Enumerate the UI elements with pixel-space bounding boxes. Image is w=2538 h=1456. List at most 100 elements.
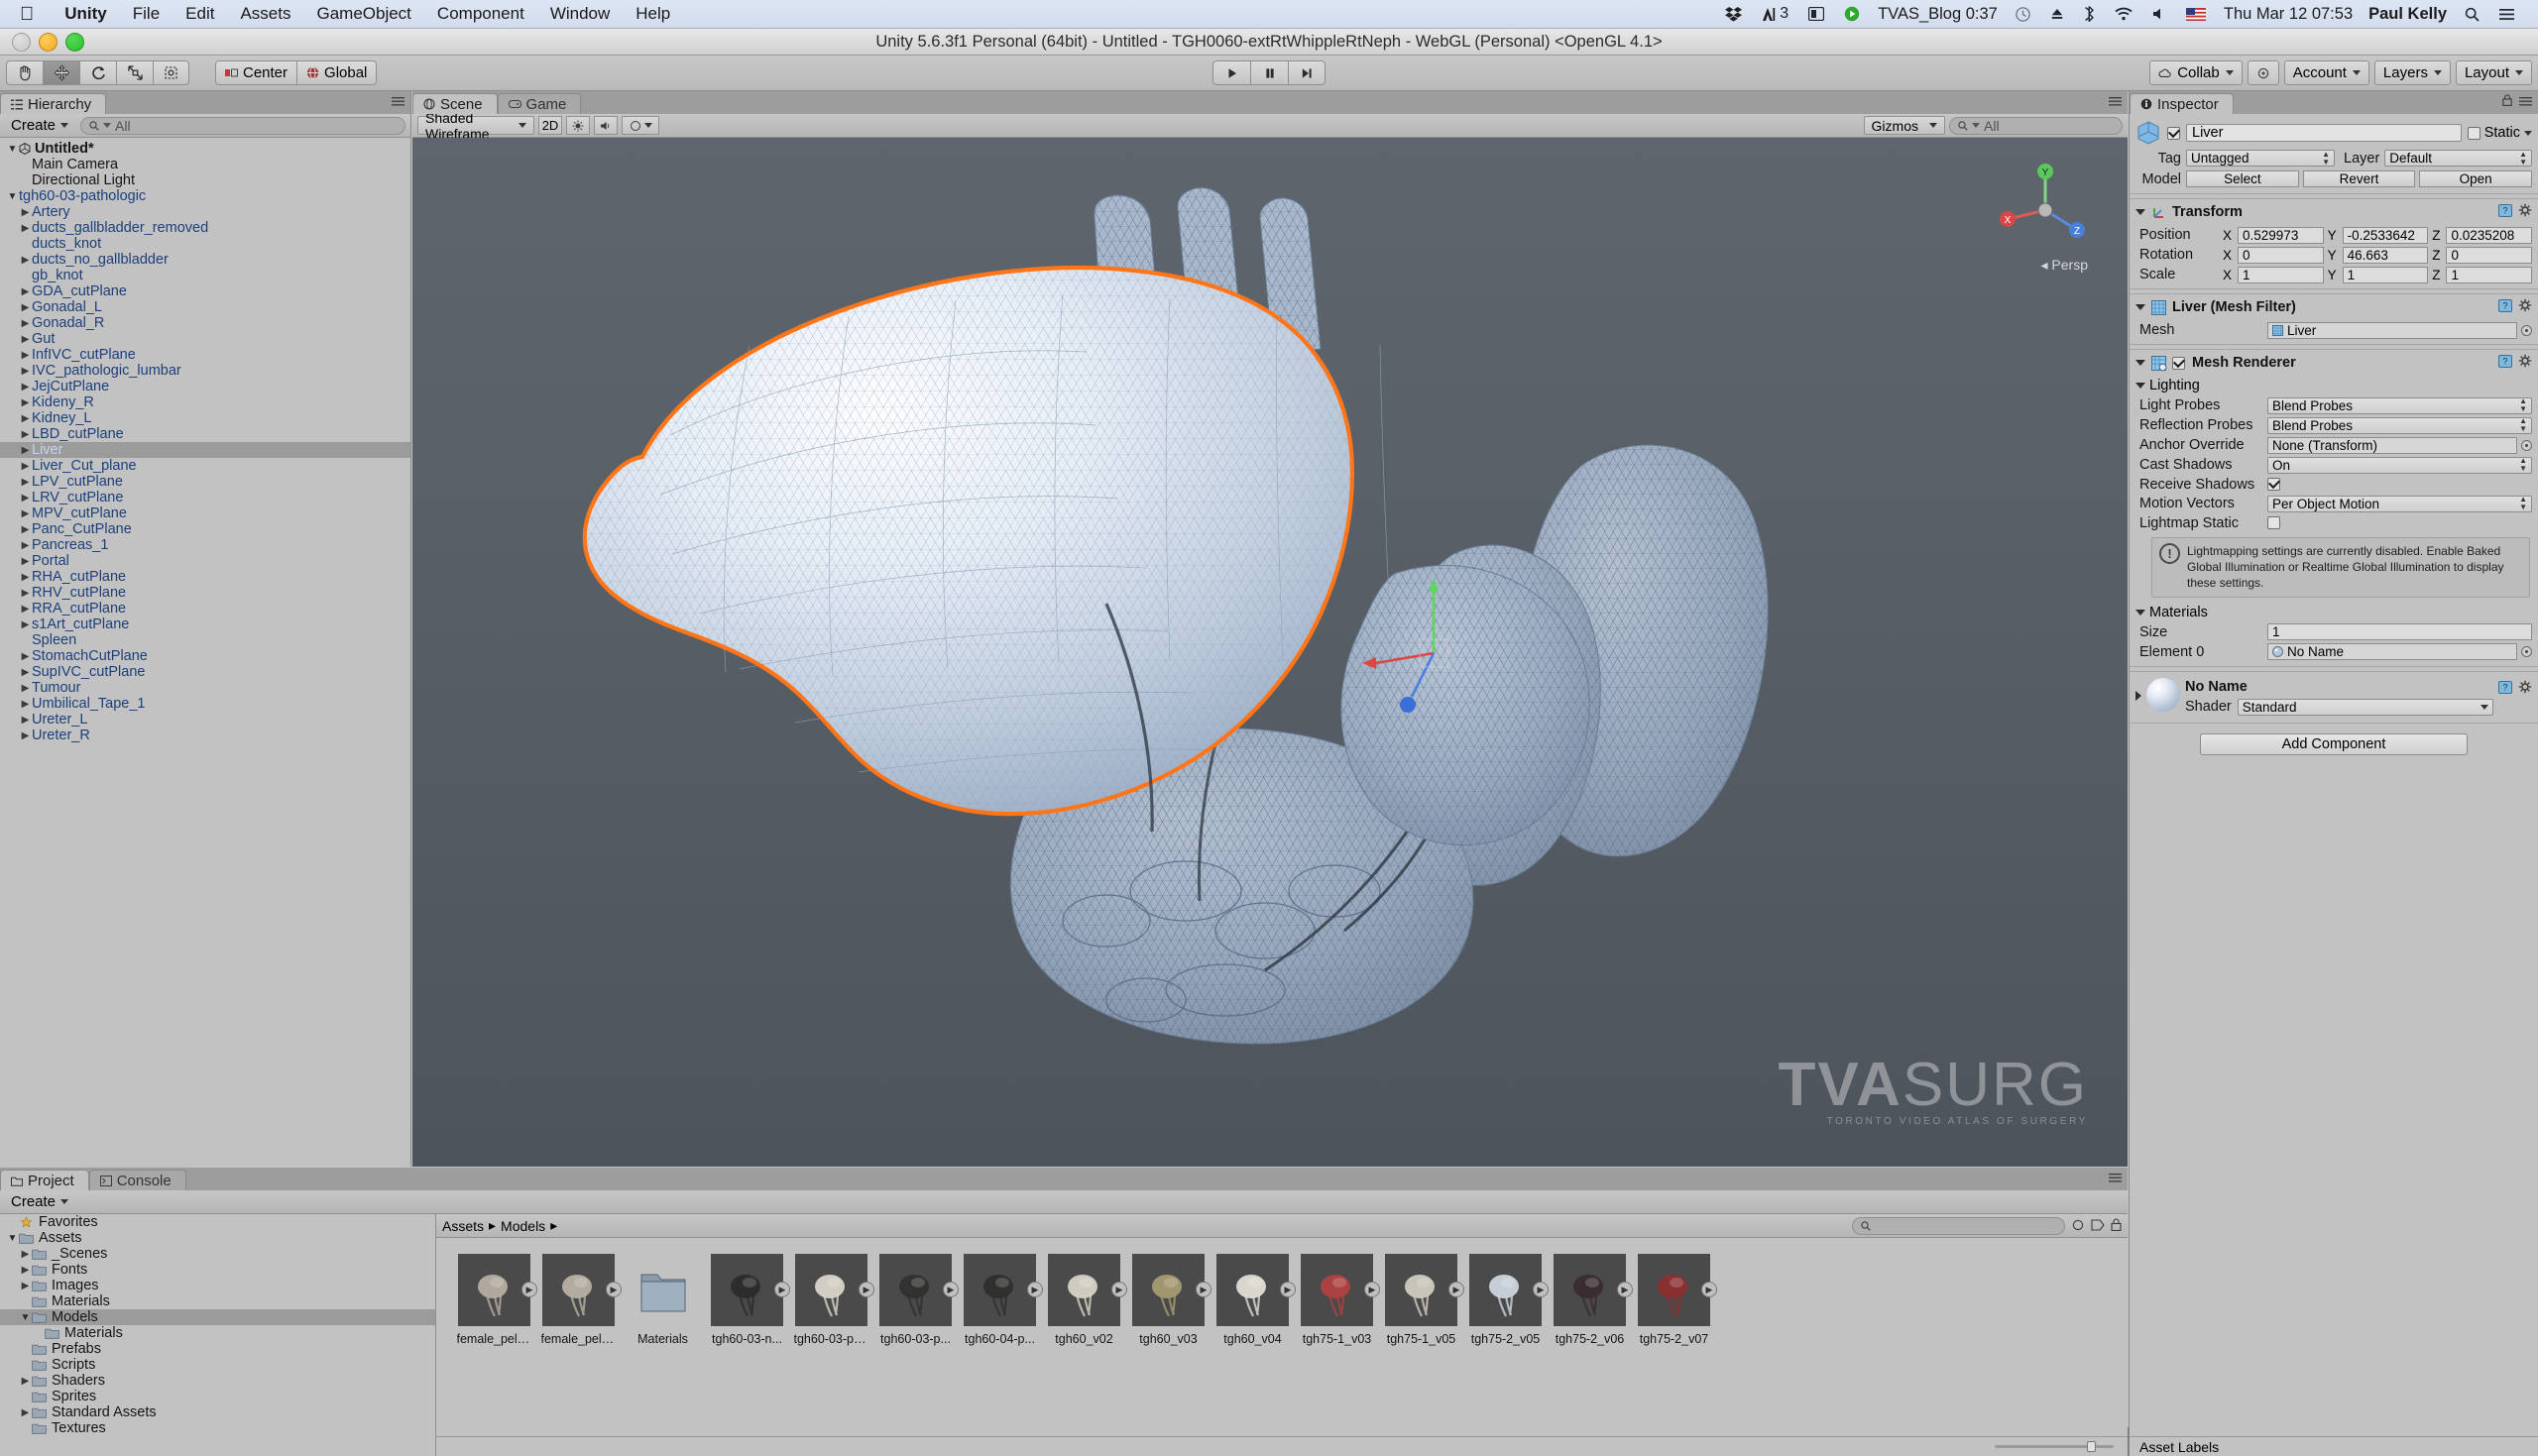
anchor-override-picker-icon[interactable] bbox=[2521, 439, 2532, 451]
tab-scene[interactable]: Scene bbox=[412, 93, 498, 114]
chevron-down-icon[interactable] bbox=[2135, 609, 2145, 616]
adobe-icon[interactable]: 3 bbox=[1752, 0, 1798, 28]
layer-dropdown[interactable]: Default ▲ ▼ bbox=[2384, 150, 2532, 167]
chevron-right-icon[interactable]: ▶ bbox=[19, 413, 32, 424]
asset-item[interactable]: ▶ female_pelvi... bbox=[457, 1254, 537, 1346]
tab-hierarchy[interactable]: Hierarchy bbox=[0, 93, 107, 114]
rotate-tool-button[interactable] bbox=[79, 60, 116, 85]
position-z-input[interactable]: 0.0235208 bbox=[2446, 226, 2533, 244]
chevron-right-icon[interactable]: ▶ bbox=[19, 493, 32, 504]
asset-expand-icon[interactable]: ▶ bbox=[1448, 1282, 1464, 1297]
asset-item[interactable]: ▶ tgh75-2_v05 bbox=[1469, 1254, 1549, 1346]
asset-item[interactable]: ▶ tgh75-2_v07 bbox=[1638, 1254, 1717, 1346]
project-folder-images[interactable]: ▶ Images bbox=[0, 1278, 435, 1293]
asset-item[interactable]: ▶ tgh75-1_v03 bbox=[1301, 1254, 1380, 1346]
tag-dropdown[interactable]: Untagged ▲ ▼ bbox=[2186, 150, 2335, 167]
hierarchy-menu-icon[interactable] bbox=[392, 91, 404, 111]
inspector-menu-icon[interactable] bbox=[2519, 91, 2532, 111]
hierarchy-item-ducts-gallbladder-removed[interactable]: ▶ ducts_gallbladder_removed bbox=[0, 220, 410, 236]
hierarchy-item-liver[interactable]: ▶ Liver bbox=[0, 442, 410, 458]
eject-icon[interactable] bbox=[2040, 0, 2074, 28]
hierarchy-item-tgh60-03-pathologic[interactable]: ▼ tgh60-03-pathologic bbox=[0, 188, 410, 204]
anchor-override-object-field[interactable]: None (Transform) bbox=[2267, 436, 2517, 454]
tab-inspector[interactable]: Inspector bbox=[2130, 93, 2234, 114]
asset-expand-icon[interactable]: ▶ bbox=[774, 1282, 790, 1297]
hierarchy-item-rha-cutplane[interactable]: ▶ RHA_cutPlane bbox=[0, 569, 410, 585]
asset-expand-icon[interactable]: ▶ bbox=[1196, 1282, 1211, 1297]
search-filter-chevron-icon[interactable] bbox=[103, 123, 112, 128]
scale-x-input[interactable]: 1 bbox=[2238, 266, 2324, 283]
hierarchy-item-ducts-knot[interactable]: ducts_knot bbox=[0, 236, 410, 252]
chevron-right-icon[interactable]: ▶ bbox=[19, 1281, 32, 1291]
chevron-right-icon[interactable]: ▶ bbox=[19, 223, 32, 234]
reflection-probes-dropdown[interactable]: Blend Probes ▲ ▼ bbox=[2267, 416, 2532, 434]
hierarchy-item-main-camera[interactable]: Main Camera bbox=[0, 157, 410, 172]
chevron-right-icon[interactable]: ▶ bbox=[19, 572, 32, 583]
rect-tool-button[interactable] bbox=[153, 60, 189, 85]
chevron-down-icon[interactable] bbox=[2135, 304, 2145, 310]
hierarchy-item-artery[interactable]: ▶ Artery bbox=[0, 204, 410, 220]
bluetooth-icon[interactable] bbox=[2074, 0, 2105, 28]
filter-by-type-icon[interactable] bbox=[2071, 1218, 2085, 1234]
scene-fx-dropdown[interactable] bbox=[622, 116, 659, 135]
asset-item[interactable]: Materials bbox=[627, 1254, 699, 1346]
object-name-input[interactable]: Liver bbox=[2186, 124, 2462, 142]
hierarchy-item-mpv-cutplane[interactable]: ▶ MPV_cutPlane bbox=[0, 505, 410, 521]
hierarchy-item-stomachcutplane[interactable]: ▶ StomachCutPlane bbox=[0, 648, 410, 664]
asset-item[interactable]: ▶ tgh75-1_v05 bbox=[1385, 1254, 1464, 1346]
hierarchy-item-infivc-cutplane[interactable]: ▶ InfIVC_cutPlane bbox=[0, 347, 410, 363]
chevron-down-icon[interactable] bbox=[2135, 209, 2145, 215]
menu-window[interactable]: Window bbox=[537, 0, 623, 28]
lock-icon[interactable] bbox=[2111, 1218, 2122, 1234]
meshrenderer-enabled-checkbox[interactable] bbox=[2172, 356, 2185, 370]
hierarchy-item-lpv-cutplane[interactable]: ▶ LPV_cutPlane bbox=[0, 474, 410, 490]
hierarchy-item-gut[interactable]: ▶ Gut bbox=[0, 331, 410, 347]
project-folder-materials[interactable]: Materials bbox=[0, 1293, 435, 1309]
asset-item[interactable]: ▶ tgh60_v03 bbox=[1132, 1254, 1211, 1346]
hierarchy-item-gonadal-l[interactable]: ▶ Gonadal_L bbox=[0, 299, 410, 315]
chevron-right-icon[interactable]: ▶ bbox=[19, 651, 32, 662]
hierarchy-item-portal[interactable]: ▶ Portal bbox=[0, 553, 410, 569]
model-revert-button[interactable]: Revert bbox=[2302, 170, 2416, 187]
chevron-down-icon[interactable]: ▼ bbox=[6, 191, 19, 202]
space-toggle[interactable]: Global bbox=[297, 60, 378, 85]
tab-game[interactable]: Game bbox=[497, 93, 582, 114]
asset-expand-icon[interactable]: ▶ bbox=[943, 1282, 959, 1297]
chevron-right-icon[interactable]: ▶ bbox=[19, 255, 32, 266]
asset-expand-icon[interactable]: ▶ bbox=[859, 1282, 874, 1297]
asset-item[interactable]: ▶ tgh60-03-pa... bbox=[794, 1254, 874, 1346]
hierarchy-item-ducts-no-gallbladder[interactable]: ▶ ducts_no_gallbladder bbox=[0, 252, 410, 268]
slider-handle[interactable] bbox=[2087, 1441, 2096, 1452]
gear-icon[interactable] bbox=[2518, 679, 2532, 699]
hierarchy-item-directional-light[interactable]: Directional Light bbox=[0, 172, 410, 188]
thumbnail-size-slider[interactable] bbox=[1995, 1441, 2114, 1452]
breadcrumb-models[interactable]: Models bbox=[501, 1218, 545, 1234]
transform-component-header[interactable]: Transform ? bbox=[2130, 198, 2538, 225]
menu-gameobject[interactable]: GameObject bbox=[303, 0, 423, 28]
project-folder-textures[interactable]: Textures bbox=[0, 1420, 435, 1436]
scale-tool-button[interactable] bbox=[116, 60, 153, 85]
scene-view-axis-gizmo[interactable]: Y X Z bbox=[1991, 156, 2100, 265]
chevron-right-icon[interactable]: ▶ bbox=[19, 302, 32, 313]
asset-labels-bar[interactable]: Asset Labels bbox=[2130, 1436, 2538, 1456]
chevron-right-icon[interactable]: ▶ bbox=[19, 667, 32, 678]
hierarchy-item-rhv-cutplane[interactable]: ▶ RHV_cutPlane bbox=[0, 585, 410, 601]
chevron-right-icon[interactable]: ▶ bbox=[19, 556, 32, 567]
gear-icon[interactable] bbox=[2518, 202, 2532, 222]
light-probes-dropdown[interactable]: Blend Probes ▲ ▼ bbox=[2267, 396, 2532, 414]
chevron-right-icon[interactable]: ▶ bbox=[19, 397, 32, 408]
chevron-right-icon[interactable]: ▶ bbox=[19, 524, 32, 535]
tab-console[interactable]: Console bbox=[88, 1170, 186, 1190]
project-menu-icon[interactable] bbox=[2109, 1168, 2122, 1187]
project-folder-materials[interactable]: Materials bbox=[0, 1325, 435, 1341]
model-select-button[interactable]: Select bbox=[2186, 170, 2299, 187]
chevron-right-icon[interactable]: ▶ bbox=[19, 429, 32, 440]
scene-menu-icon[interactable] bbox=[2109, 91, 2122, 111]
project-folder-models[interactable]: ▼ Models bbox=[0, 1309, 435, 1325]
gizmos-dropdown[interactable]: Gizmos bbox=[1863, 116, 1945, 135]
chevron-down-icon[interactable] bbox=[2135, 360, 2145, 366]
menubar-user[interactable]: Paul Kelly bbox=[2361, 5, 2455, 24]
position-y-input[interactable]: -0.2533642 bbox=[2342, 226, 2429, 244]
chevron-right-icon[interactable]: ▶ bbox=[19, 730, 32, 741]
layout-button[interactable]: Layout bbox=[2455, 60, 2532, 85]
